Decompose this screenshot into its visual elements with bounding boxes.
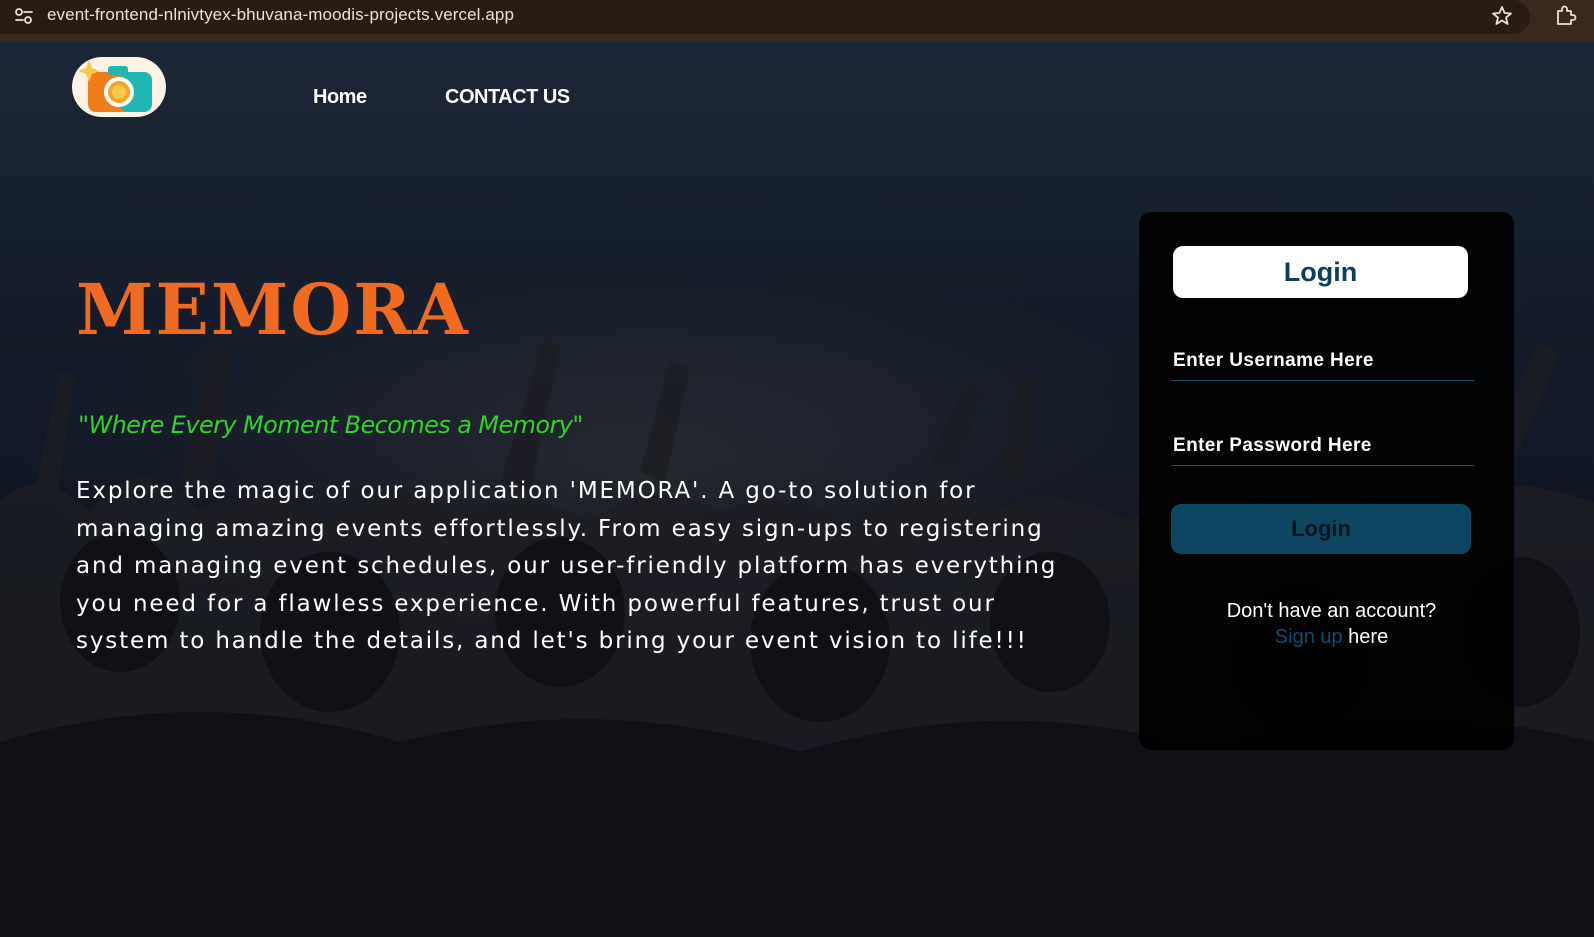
- browser-toolbar: event-frontend-nlnivtyex-bhuvana-moodis-…: [0, 0, 1594, 42]
- logo[interactable]: [72, 57, 166, 117]
- page: Home CONTACT US MEMORA "Where Every Mome…: [0, 42, 1594, 937]
- username-input[interactable]: [1171, 341, 1474, 381]
- login-heading: Login: [1173, 246, 1468, 298]
- camera-logo-icon[interactable]: [72, 57, 166, 117]
- brand-title: MEMORA: [76, 268, 470, 351]
- signup-suffix: here: [1342, 626, 1389, 648]
- tagline: "Where Every Moment Becomes a Memory": [78, 411, 583, 439]
- signup-prompt: Don't have an account? Sign up here: [1139, 598, 1514, 650]
- nav-home-link[interactable]: Home: [313, 86, 367, 109]
- url-text[interactable]: event-frontend-nlnivtyex-bhuvana-moodis-…: [47, 5, 514, 25]
- signup-link[interactable]: Sign up: [1275, 626, 1343, 648]
- login-card: Login Login Don't have an account? Sign …: [1139, 212, 1514, 750]
- hero-description: Explore the magic of our application 'ME…: [76, 478, 1058, 654]
- password-input[interactable]: [1171, 426, 1474, 466]
- address-bar[interactable]: event-frontend-nlnivtyex-bhuvana-moodis-…: [0, 0, 1530, 34]
- bookmark-star-icon[interactable]: [1490, 4, 1514, 28]
- signup-prompt-text: Don't have an account?: [1226, 600, 1437, 622]
- login-submit-button[interactable]: Login: [1171, 504, 1471, 554]
- extensions-icon[interactable]: [1552, 3, 1578, 29]
- site-info-icon[interactable]: [13, 6, 35, 26]
- nav-contact-us-link[interactable]: CONTACT US: [445, 86, 570, 109]
